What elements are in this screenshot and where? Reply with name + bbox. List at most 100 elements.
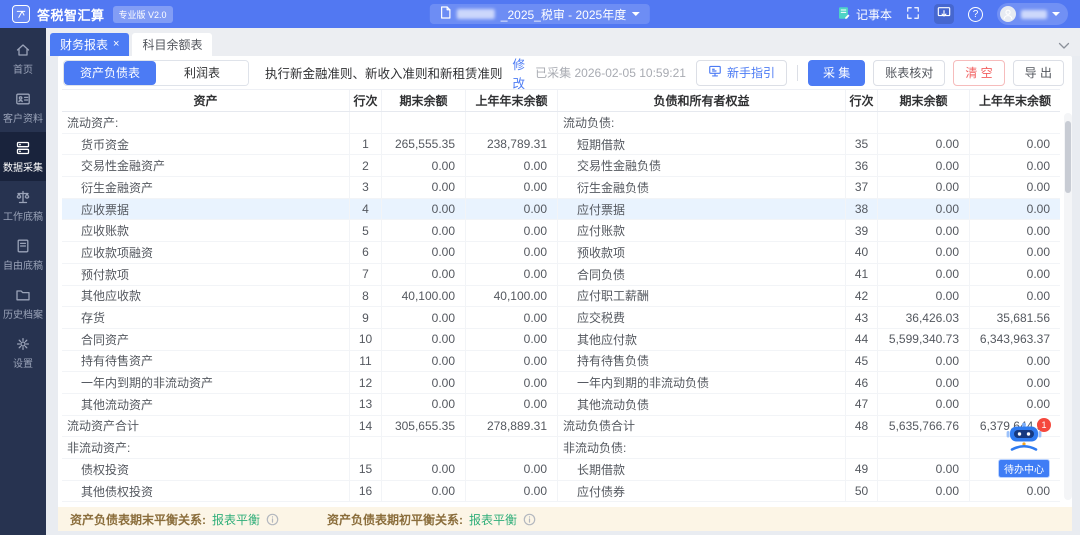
tab-account-balance[interactable]: 科目余额表 <box>132 33 213 56</box>
collect-button[interactable]: 采 集 <box>807 59 866 86</box>
fullscreen-icon <box>906 6 920 23</box>
table-cell: 43 <box>846 307 878 328</box>
user-menu[interactable] <box>997 3 1068 25</box>
table-cell: 0.00 <box>382 177 466 198</box>
notebook-button[interactable]: 记事本 <box>837 6 892 23</box>
document-icon <box>15 238 31 254</box>
table-cell: 44 <box>846 328 878 350</box>
info-icon[interactable] <box>266 513 279 526</box>
table-row[interactable]: 其他应收款 8 40,100.00 40,100.00 应付职工薪酬 42 0.00 0.00 <box>62 285 1060 308</box>
table-cell: 8 <box>350 285 382 307</box>
table-cell: 238,789.31 <box>466 133 558 155</box>
toolbar-buttons: 新手指引 采 集 账表核对 清 空 导 出 <box>695 59 1064 86</box>
table-cell: 3 <box>350 177 382 198</box>
table-row[interactable]: 其他债权投资 16 0.00 0.00 应付债券 50 0.00 0.00 <box>62 480 1060 503</box>
export-button[interactable]: 导 出 <box>1012 59 1064 86</box>
table-cell: 0.00 <box>382 372 466 393</box>
guide-button-label: 新手指引 <box>726 66 775 80</box>
beginning-balance-relation-value: 报表平衡 <box>469 512 518 527</box>
table-cell: 0.00 <box>878 459 970 480</box>
divider <box>796 64 798 81</box>
table-cell: 6,343,963.37 <box>979 332 1050 347</box>
table-cell: 0.00 <box>1026 353 1050 368</box>
table-row[interactable]: 流动资产: 流动负债: <box>62 112 1060 134</box>
table-cell <box>970 112 1060 133</box>
table-cell: 0.00 <box>1026 180 1050 195</box>
tab-list-chevron-icon[interactable] <box>1058 42 1070 50</box>
standards-text: 执行新金融准则、新收入准则和新租赁准则 <box>265 67 503 81</box>
info-icon[interactable] <box>523 513 536 526</box>
tab-balance-sheet[interactable]: 资产负债表 <box>64 60 156 85</box>
table-row[interactable]: 应收票据 4 0.00 0.00 应付票据 38 0.00 0.00 <box>62 198 1060 221</box>
table-cell: 0.00 <box>466 393 558 415</box>
table-row[interactable]: 一年内到期的非流动资产 12 0.00 0.00 一年内到期的非流动负债 46 0.00 0.… <box>62 372 1060 394</box>
table-row[interactable]: 合同资产 10 0.00 0.00 其他应付款 44 5,599,340.73 6,343,9… <box>62 328 1060 351</box>
clear-button[interactable]: 清 空 <box>953 59 1005 86</box>
table-row[interactable]: 衍生金融资产 3 0.00 0.00 衍生金融负债 37 0.00 0.00 <box>62 177 1060 199</box>
table-cell: 0.00 <box>382 393 466 415</box>
tab-financial-reports[interactable]: 财务报表 × <box>50 33 130 56</box>
table-cell: 40,100.00 <box>466 285 558 307</box>
project-selector[interactable]: _2025_税审 - 2025年度 <box>429 4 651 24</box>
sidebar-item-archives[interactable]: 历史档案 <box>0 279 46 328</box>
tab-income-statement[interactable]: 利润表 <box>156 60 248 85</box>
sidebar-item-workpapers[interactable]: 工作底稿 <box>0 181 46 230</box>
avatar <box>1000 6 1016 22</box>
todo-center-widget[interactable]: 1 待办中心 <box>998 418 1051 478</box>
table-cell: 14 <box>350 415 382 437</box>
sidebar-item-data-collection[interactable]: 数据采集 <box>0 132 46 181</box>
table-row[interactable]: 流动资产合计 14 305,655.35 278,889.31 流动负债合计 48 5,63… <box>62 415 1060 438</box>
table-cell: 0.00 <box>382 220 466 242</box>
help-button[interactable]: ? <box>968 6 983 22</box>
fullscreen-button[interactable] <box>906 6 920 23</box>
table-cell: 0.00 <box>1026 397 1050 412</box>
scrollbar-thumb[interactable] <box>1065 121 1071 193</box>
screen-cast-button[interactable] <box>934 4 954 24</box>
table-cell: 货币资金 <box>62 133 350 155</box>
guide-button[interactable]: 新手指引 <box>695 59 787 86</box>
table-cell: 交易性金融资产 <box>62 155 350 177</box>
table-row[interactable]: 应收账款 5 0.00 0.00 应付账款 39 0.00 0.00 <box>62 220 1060 243</box>
modify-link[interactable]: 修改 <box>513 54 526 92</box>
table-cell: 0.00 <box>878 198 970 220</box>
table-row[interactable]: 交易性金融资产 2 0.00 0.00 交易性金融负债 36 0.00 0.00 <box>62 155 1060 178</box>
col-header-liabilities: 负债和所有者权益 <box>558 90 846 111</box>
table-cell: 持有待售资产 <box>62 350 350 372</box>
table-cell: 0.00 <box>466 372 558 393</box>
check-button[interactable]: 账表核对 <box>873 59 946 86</box>
sidebar-item-home[interactable]: 首页 <box>0 34 46 83</box>
table-cell: 应收款项融资 <box>62 242 350 263</box>
report-panel: 资产负债表 利润表 执行新金融准则、新收入准则和新租赁准则 修改 已采集 202… <box>58 56 1072 531</box>
sidebar-item-label: 客户资料 <box>3 114 43 125</box>
table-cell: 一年内到期的非流动资产 <box>62 372 350 393</box>
table-cell <box>878 112 970 133</box>
table-cell: 47 <box>846 393 878 415</box>
table-row[interactable]: 货币资金 1 265,555.35 238,789.31 短期借款 35 0.00 0.00 <box>62 133 1060 156</box>
table-cell: 衍生金融负债 <box>558 177 846 198</box>
table-header-row: 资产 行次 期末余额 上年年末余额 负债和所有者权益 行次 期末余额 上年年末余… <box>62 89 1060 112</box>
table-row[interactable]: 非流动资产: 非流动负债: <box>62 437 1060 459</box>
table-cell: 0.00 <box>1026 245 1050 260</box>
table-cell: 36,426.03 <box>878 307 970 328</box>
table-cell: 12 <box>350 372 382 393</box>
table-row[interactable]: 其他流动资产 13 0.00 0.00 其他流动负债 47 0.00 0.00 <box>62 393 1060 416</box>
sidebar-item-free-drafts[interactable]: 自由底稿 <box>0 230 46 279</box>
table-row[interactable]: 债权投资150.000.00长期借款490.000.00 <box>62 459 1060 481</box>
ending-balance-relation-label: 资产负债表期末平衡关系: <box>70 512 206 527</box>
sidebar-item-clients[interactable]: 客户资料 <box>0 83 46 132</box>
sidebar-item-settings[interactable]: 设置 <box>0 328 46 377</box>
table-row[interactable]: 应收款项融资 6 0.00 0.00 预收款项 40 0.00 0.00 <box>62 242 1060 264</box>
table-cell: 非流动资产: <box>62 437 350 458</box>
table-cell: 交易性金融负债 <box>558 155 846 177</box>
sidebar-item-label: 设置 <box>13 359 33 370</box>
table-cell: 0.00 <box>1026 484 1050 499</box>
table-cell: 0.00 <box>382 155 466 177</box>
table-row[interactable]: 存货 9 0.00 0.00 应交税费 43 36,426.03 35,681.56 <box>62 307 1060 329</box>
table-row[interactable]: 持有待售资产 11 0.00 0.00 持有待售负债 45 0.00 0.00 <box>62 350 1060 373</box>
table-cell: 0.00 <box>1026 137 1050 152</box>
table-cell: 0.00 <box>466 328 558 350</box>
tab-close-icon[interactable]: × <box>113 39 119 50</box>
col-header-ending-balance: 期末余额 <box>382 90 466 111</box>
table-row[interactable]: 预付款项 7 0.00 0.00 合同负债 41 0.00 0.00 <box>62 263 1060 286</box>
table-cell: 短期借款 <box>558 133 846 155</box>
